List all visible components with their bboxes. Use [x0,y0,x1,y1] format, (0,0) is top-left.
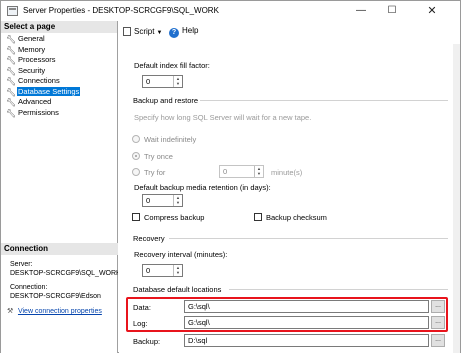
minimize-button[interactable]: — [346,3,376,19]
compress-backup-checkbox[interactable]: Compress backup [132,213,204,222]
try-for-radio[interactable]: Try for [132,168,165,177]
radio-button[interactable] [132,135,140,143]
connection-value: DESKTOP-SCRCGF9\Edson [10,293,101,300]
wrench-icon: 🔧︎ [6,87,17,97]
radio-button[interactable] [132,168,140,176]
page-item-memory[interactable]: 🔧︎ Memory [1,45,117,56]
help-button[interactable]: ? Help [169,26,198,38]
connection-label: Connection: [10,284,48,291]
backup-restore-section-title: Backup and restore [133,96,199,105]
wrench-icon: 🔧︎ [6,45,17,55]
wait-indefinitely-radio[interactable]: Wait indefinitely [132,135,196,144]
page-item-processors[interactable]: 🔧︎ Processors [1,55,117,66]
close-button[interactable]: ✕ [417,3,447,19]
connection-header: Connection [1,243,118,255]
page-item-permissions[interactable]: 🔧︎ Permissions [1,108,117,119]
vertical-scrollbar[interactable] [453,44,460,353]
backup-location-field[interactable]: D:\sql [184,334,429,347]
section-divider [229,289,448,290]
recovery-interval-label: Recovery interval (minutes): [134,250,228,259]
script-label: Script [134,27,155,36]
fill-factor-label: Default index fill factor: [134,61,210,70]
chevron-down-icon[interactable]: ▼ [156,30,162,36]
backup-location-label: Backup: [133,337,161,346]
connection-server-block: Server: DESKTOP-SCRCGF9\SQL_WORK [10,260,118,278]
minutes-unit-label: minute(s) [271,168,303,177]
maximize-button[interactable]: ☐ [377,3,407,19]
spinner-arrows-icon[interactable]: ▲ ▼ [173,76,182,87]
try-for-value: 0 [223,167,228,176]
page-item-connections[interactable]: 🔧︎ Connections [1,76,117,87]
spinner-arrows-icon[interactable]: ▲ ▼ [173,265,182,276]
server-value: DESKTOP-SCRCGF9\SQL_WORK [10,270,118,277]
fill-factor-spinner[interactable]: 0 ▲ ▼ [142,75,183,88]
wait-indefinitely-label: Wait indefinitely [144,135,197,144]
help-icon: ? [169,28,179,38]
page-item-label: Database Settings [17,86,81,96]
try-once-radio[interactable]: Try once [132,152,173,161]
radio-button[interactable] [132,152,140,160]
tape-prompt: Specify how long SQL Server will wait fo… [134,113,312,122]
page-item-advanced[interactable]: 🔧︎ Advanced [1,97,117,108]
page-item-label: Advanced [18,97,52,106]
wrench-icon: 🔧︎ [6,108,17,118]
server-properties-window: Server Properties - DESKTOP-SCRCGF9\SQL_… [0,0,461,353]
backup-checksum-label: Backup checksum [266,213,327,222]
page-item-label: General [18,34,45,43]
spinner-arrows-icon[interactable]: ▲ ▼ [173,195,182,206]
compress-backup-label: Compress backup [144,213,205,222]
connection-properties-icon: ⚒ [7,308,14,315]
recovery-interval-spinner[interactable]: 0 ▲ ▼ [142,264,183,277]
window-title: Server Properties - DESKTOP-SCRCGF9\SQL_… [23,6,219,15]
wrench-icon: 🔧︎ [6,56,17,65]
retention-label: Default backup media retention (in days)… [134,183,271,192]
page-item-label: Processors [18,55,56,64]
page-item-database-settings[interactable]: 🔧︎ Database Settings [1,86,117,98]
section-divider [169,238,448,239]
page-item-label: Security [18,65,46,75]
recovery-section-title: Recovery [133,234,165,243]
wrench-icon: 🔧︎ [6,98,17,107]
section-divider [200,100,448,101]
server-label: Server: [10,261,33,268]
script-button[interactable]: Script ▼ [123,27,162,36]
wrench-icon: 🔧︎ [6,35,17,44]
retention-spinner[interactable]: 0 ▲ ▼ [142,194,183,207]
toolbar: Script ▼ ? Help [119,21,460,43]
page-selector-pane: Select a page 🔧︎ General 🔧︎ Memory 🔧︎ Proce… [1,21,118,353]
wrench-icon: 🔧︎ [6,77,17,86]
view-connection-properties-text[interactable]: View connection properties [18,308,102,315]
locations-section-title: Database default locations [133,285,222,294]
fill-factor-value: 0 [146,77,151,86]
data-log-highlight-box [126,297,448,332]
title-bar[interactable]: Server Properties - DESKTOP-SCRCGF9\SQL_… [1,1,460,21]
spinner-arrows-icon[interactable]: ▲ ▼ [254,166,263,177]
view-connection-properties-link[interactable]: ⚒ View connection properties [7,307,102,315]
page-item-label: Permissions [18,107,59,117]
help-label: Help [182,26,199,35]
connection-user-block: Connection: DESKTOP-SCRCGF9\Edson [10,283,118,301]
checkbox-box[interactable] [254,213,262,221]
recovery-interval-value: 0 [146,266,151,275]
page-item-label: Connections [18,76,60,85]
page-item-label: Memory [18,44,46,54]
page-item-general[interactable]: 🔧︎ General [1,34,117,45]
try-for-minutes-spinner[interactable]: 0 ▲ ▼ [219,165,264,178]
select-page-header: Select a page [1,21,117,33]
script-icon [123,27,131,36]
checkbox-box[interactable] [132,213,140,221]
backup-checksum-checkbox[interactable]: Backup checksum [254,213,327,222]
try-once-label: Try once [144,152,173,161]
page-list: 🔧︎ General 🔧︎ Memory 🔧︎ Processors 🔧︎ Securi… [1,33,117,118]
backup-browse-button[interactable]: ... [431,334,445,347]
window-app-icon [7,6,18,16]
try-for-label: Try for [144,168,166,177]
page-item-security[interactable]: 🔧︎ Security [1,66,117,77]
retention-value: 0 [146,196,151,205]
wrench-icon: 🔧︎ [6,66,17,76]
